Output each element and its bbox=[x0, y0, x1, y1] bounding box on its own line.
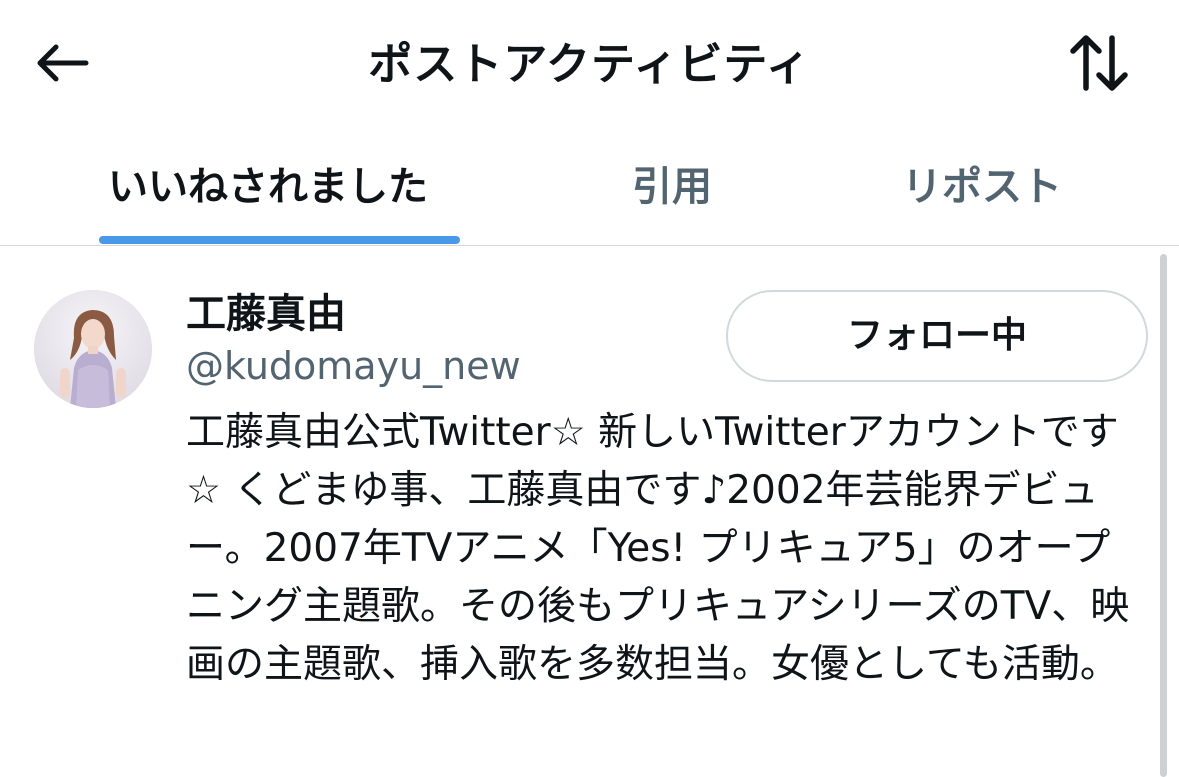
active-tab-indicator bbox=[99, 236, 460, 244]
tab-liked[interactable]: いいねされました bbox=[108, 152, 428, 222]
user-display-name[interactable]: 工藤真由 bbox=[186, 286, 346, 342]
user-bio: 工藤真由公式Twitter☆ 新しいTwitterアカウントです☆ くどまゆ事、… bbox=[186, 410, 1130, 687]
avatar[interactable] bbox=[34, 290, 152, 408]
scrollbar[interactable] bbox=[1160, 254, 1167, 777]
following-button[interactable]: フォロー中 bbox=[726, 290, 1148, 382]
page-title: ポストアクティビティ bbox=[368, 39, 811, 90]
activity-tabs: いいねされました 引用 リポスト bbox=[0, 130, 1179, 246]
sort-arrows-icon bbox=[1068, 32, 1130, 98]
header-bar: ポストアクティビティ bbox=[0, 0, 1179, 130]
tab-reposts[interactable]: リポスト bbox=[902, 152, 1062, 222]
sort-button[interactable] bbox=[1059, 28, 1139, 102]
user-handle[interactable]: @kudomayu_new bbox=[186, 340, 521, 392]
user-cell[interactable]: 工藤真由 @kudomayu_new フォロー中 工藤真由公式Twitter☆ … bbox=[0, 246, 1179, 777]
tab-quotes[interactable]: 引用 bbox=[632, 152, 712, 222]
